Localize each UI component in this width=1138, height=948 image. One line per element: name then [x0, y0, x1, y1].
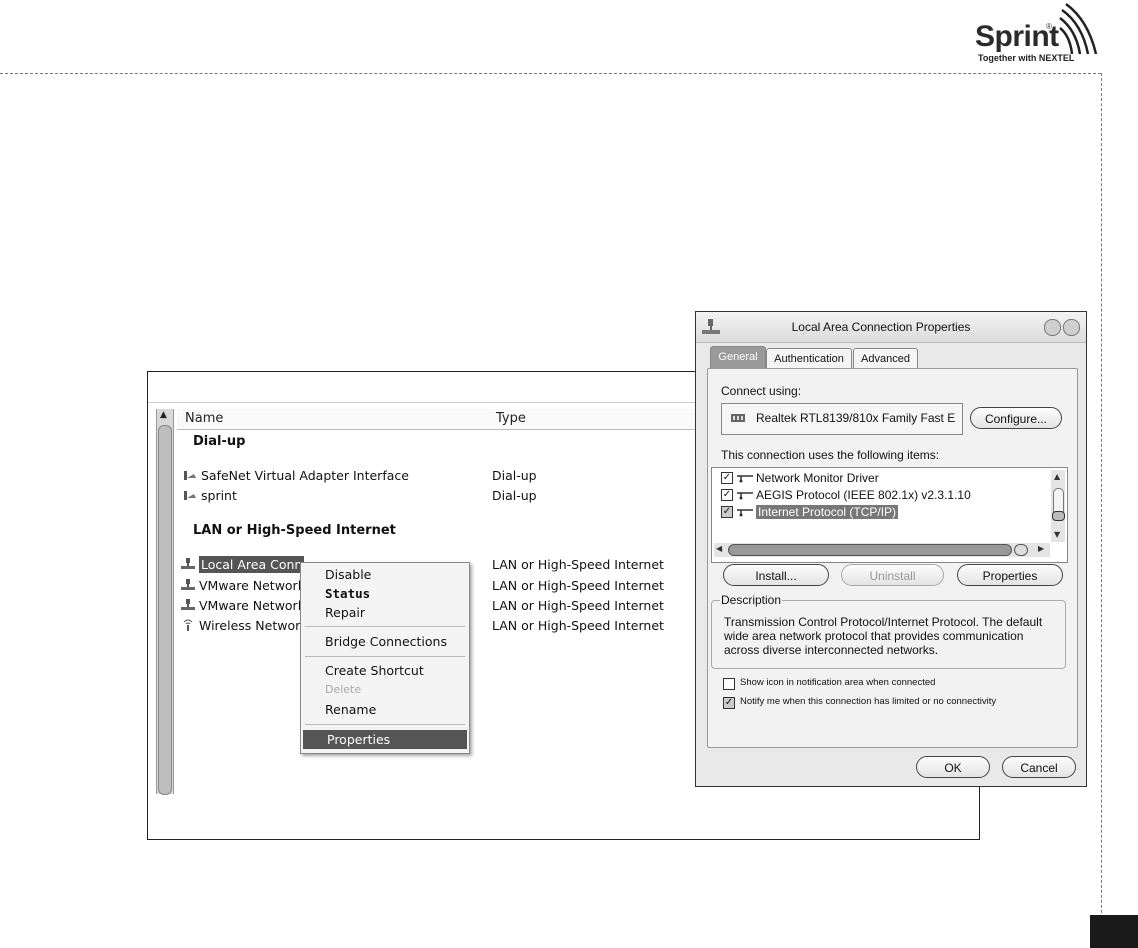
scrollbar-thumb[interactable] [728, 544, 1012, 556]
list-item[interactable]: AEGIS Protocol (IEEE 802.1x) v2.3.1.10 [756, 488, 971, 502]
items-label: This connection uses the following items… [721, 448, 940, 462]
scroll-position-marker [1052, 511, 1065, 521]
group-header-lan: LAN or High-Speed Internet [193, 523, 396, 538]
item-checkbox[interactable]: ✓ [721, 489, 733, 501]
connect-using-label: Connect using: [721, 384, 802, 398]
menu-item-create-shortcut[interactable]: Create Shortcut [301, 661, 469, 680]
column-header-name[interactable]: Name [177, 409, 493, 430]
list-item[interactable]: VMware Networl [181, 578, 301, 593]
uninstall-button: Uninstall [841, 564, 944, 586]
scroll-down-icon[interactable]: ▼ [1054, 530, 1060, 539]
list-item-type: LAN or High-Speed Internet [492, 618, 664, 633]
menu-item-disable[interactable]: Disable [301, 565, 469, 584]
description-line: wide area network protocol that provides… [724, 629, 1024, 643]
tab-advanced[interactable]: Advanced [853, 348, 918, 369]
page-divider-horizontal [0, 73, 1101, 74]
list-item-selected[interactable]: Internet Protocol (TCP/IP) [756, 505, 899, 519]
context-menu: Disable Status Repair Bridge Connections… [300, 562, 470, 754]
list-item-selected[interactable]: Local Area Conn [181, 556, 305, 573]
menu-item-status[interactable]: Status [301, 584, 469, 603]
protocol-icon [737, 492, 753, 500]
page-tab-marker [1090, 915, 1138, 948]
adapter-name: Realtek RTL8139/810x Family Fast E [756, 411, 956, 425]
vertical-scrollbar[interactable]: ▲ [156, 409, 174, 795]
protocol-icon [737, 509, 753, 517]
lan-connection-icon [181, 599, 195, 610]
network-adapter-icon [731, 414, 745, 422]
tab-authentication[interactable]: Authentication [766, 348, 852, 369]
help-button[interactable] [1044, 319, 1061, 336]
menu-item-repair[interactable]: Repair [301, 603, 469, 622]
menu-separator [305, 656, 465, 657]
list-item[interactable]: sprint [183, 488, 237, 503]
lan-connection-icon [181, 579, 195, 590]
tab-general[interactable]: General [710, 346, 766, 370]
list-item-type: LAN or High-Speed Internet [492, 578, 664, 593]
registered-mark: ® [1046, 22, 1052, 31]
notify-checkbox[interactable]: ✓ [723, 697, 735, 709]
list-item[interactable]: VMware Networl [181, 598, 301, 613]
list-item-type: LAN or High-Speed Internet [492, 598, 664, 613]
description-line: Transmission Control Protocol/Internet P… [724, 615, 1043, 629]
menu-item-bridge-connections[interactable]: Bridge Connections [301, 632, 469, 651]
dialog-title: Local Area Connection Properties [791, 320, 971, 334]
list-vertical-scrollbar[interactable]: ▲ ▼ [1051, 470, 1065, 542]
description-groupbox: Description Transmission Control Protoco… [711, 593, 1066, 669]
menu-separator [305, 724, 465, 725]
menu-item-delete: Delete [325, 683, 362, 696]
description-line: across diverse interconnected networks. [724, 643, 939, 657]
dialup-connection-icon [184, 491, 196, 500]
cancel-button[interactable]: Cancel [1002, 756, 1076, 778]
notify-label: Notify me when this connection has limit… [740, 696, 997, 707]
install-button[interactable]: Install... [723, 564, 829, 586]
list-item[interactable]: SafeNet Virtual Adapter Interface [183, 468, 409, 483]
protocol-icon [737, 475, 753, 483]
show-icon-label: Show icon in notification area when conn… [740, 677, 936, 688]
close-button[interactable] [1063, 319, 1080, 336]
wireless-connection-icon [183, 619, 193, 631]
group-header-dialup: Dial-up [193, 434, 246, 449]
scroll-up-icon[interactable]: ▲ [1054, 472, 1060, 481]
ok-button[interactable]: OK [916, 756, 990, 778]
menu-item-rename[interactable]: Rename [301, 700, 469, 719]
scroll-left-icon[interactable]: ◀ [716, 544, 722, 553]
dialup-connection-icon [184, 471, 196, 480]
item-checkbox[interactable]: ✓ [721, 472, 733, 484]
properties-button[interactable]: Properties [957, 564, 1063, 586]
dialog-titlebar[interactable]: Local Area Connection Properties [696, 312, 1086, 343]
menu-item-properties[interactable]: Properties [303, 730, 467, 749]
scroll-up-arrow-icon[interactable]: ▲ [160, 410, 167, 420]
list-horizontal-scrollbar[interactable]: ◀ ▶ [714, 543, 1050, 557]
list-item-type: Dial-up [492, 488, 537, 503]
list-item[interactable]: Wireless Networ [181, 618, 300, 633]
scroll-right-icon[interactable]: ▶ [1038, 544, 1044, 553]
scrollbar-thumb[interactable] [158, 425, 172, 795]
lan-properties-dialog: Local Area Connection Properties General… [695, 311, 1087, 787]
adapter-field: Realtek RTL8139/810x Family Fast E [721, 403, 963, 435]
list-item-type: Dial-up [492, 468, 537, 483]
page-divider-vertical [1101, 73, 1102, 948]
components-listbox[interactable]: ✓ Network Monitor Driver ✓ AEGIS Protoco… [711, 467, 1068, 563]
item-checkbox[interactable]: ✓ [721, 506, 733, 518]
list-item-type: LAN or High-Speed Internet [492, 557, 664, 572]
list-item[interactable]: Network Monitor Driver [756, 471, 879, 485]
description-label: Description [720, 593, 783, 607]
sprint-wing-icon [1059, 2, 1098, 55]
scroll-right-cap [1014, 544, 1028, 556]
menu-separator [305, 626, 465, 627]
configure-button[interactable]: Configure... [970, 407, 1062, 429]
lan-connection-icon [181, 558, 195, 569]
show-icon-checkbox[interactable] [723, 678, 735, 690]
